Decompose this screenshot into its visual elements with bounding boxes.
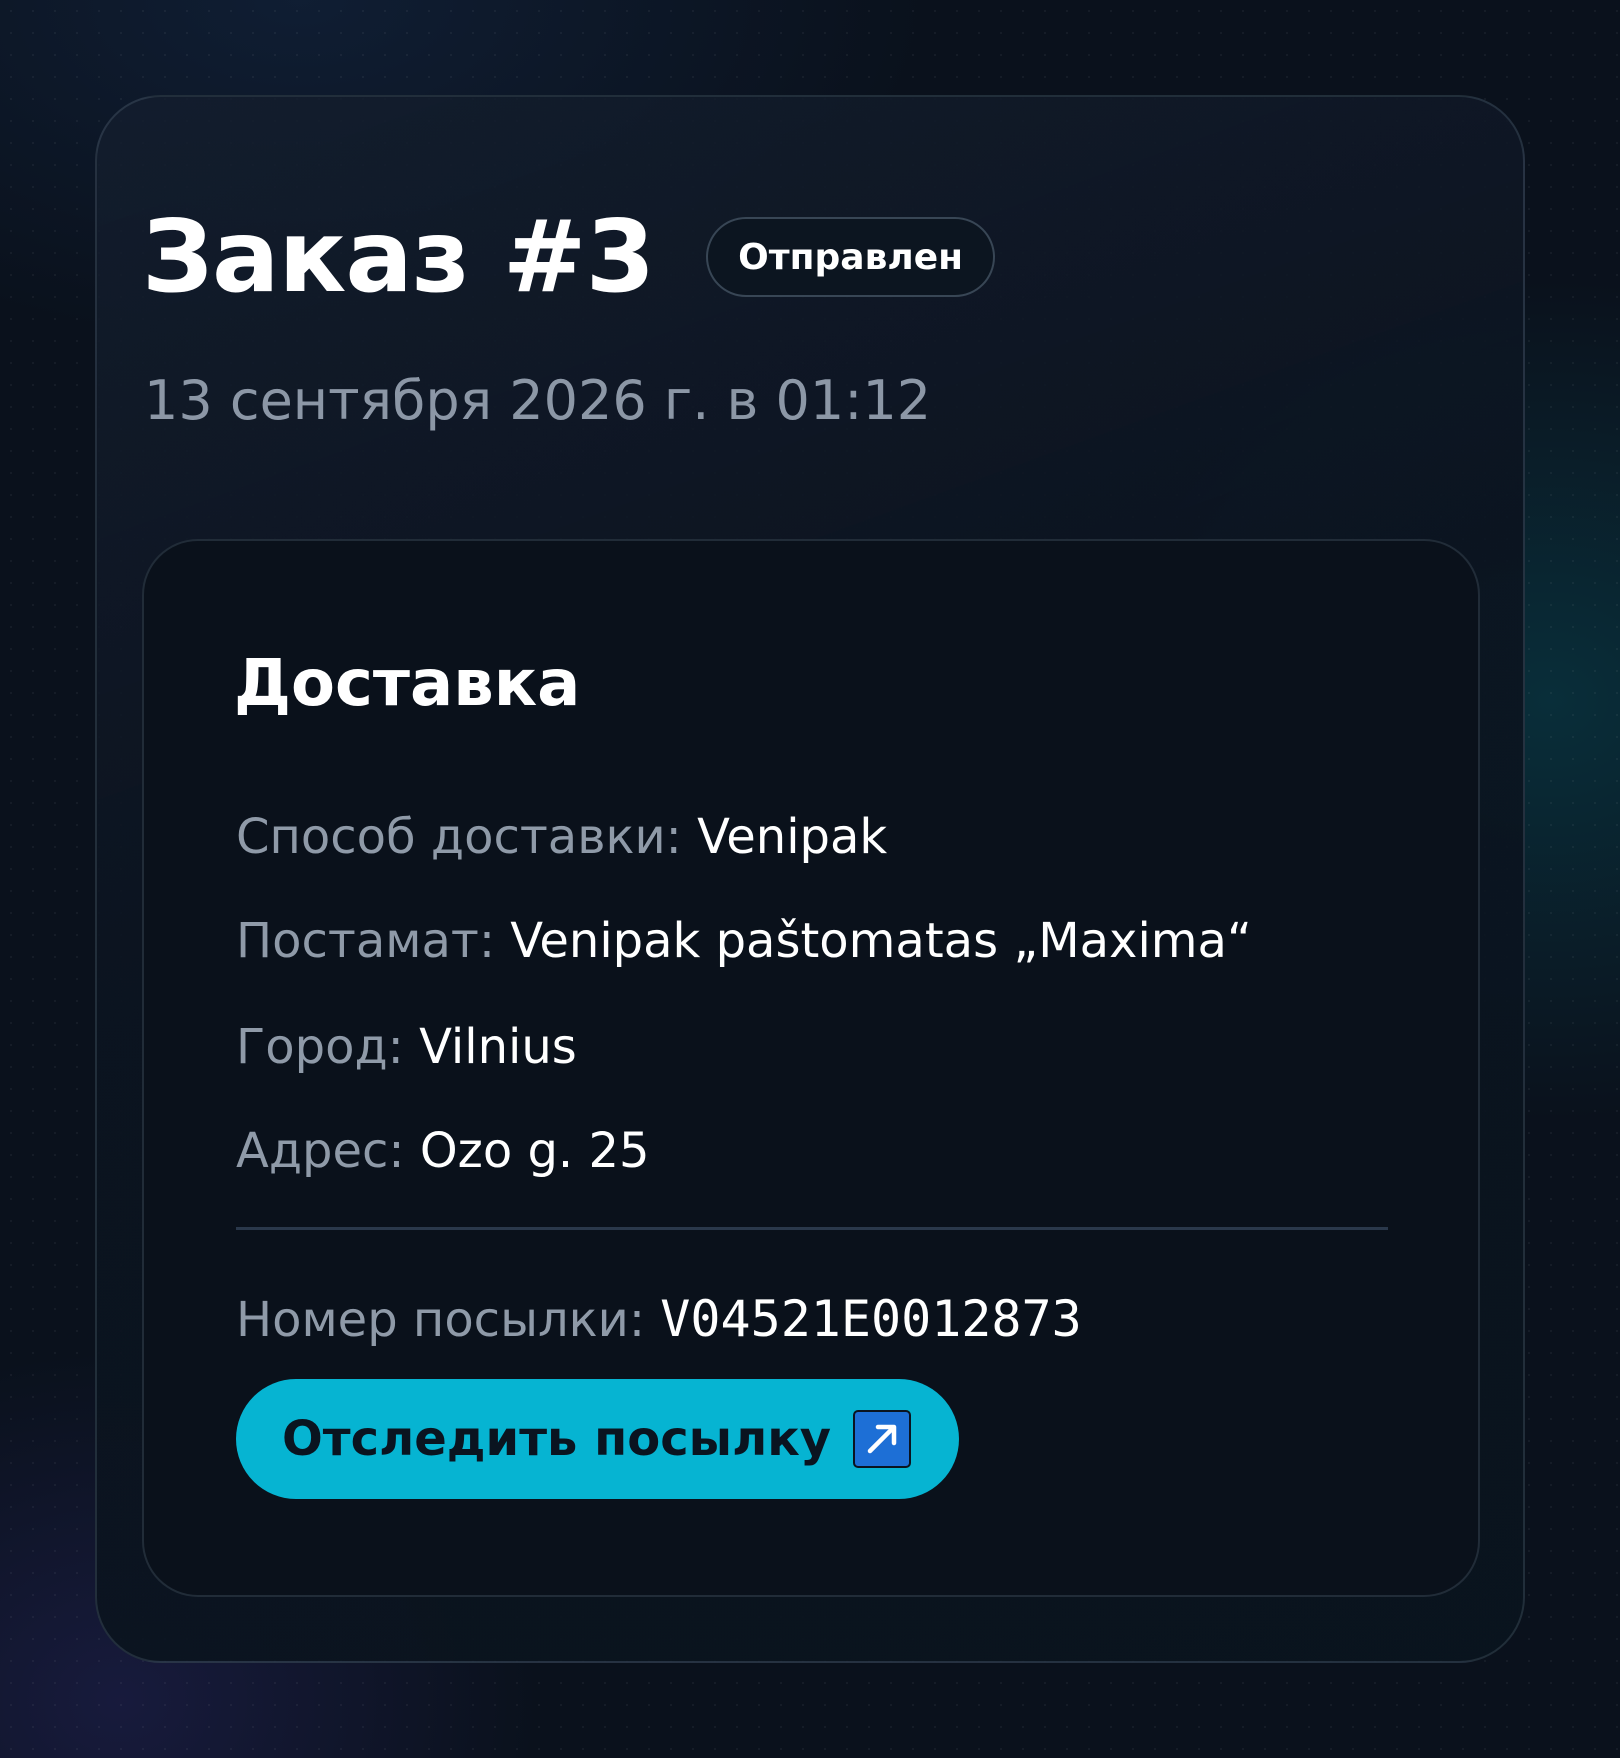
city-label: Город: — [236, 1019, 404, 1075]
section-divider — [236, 1227, 1388, 1230]
order-date: 13 сентября 2026 г. в 01:12 — [144, 369, 932, 432]
address-value: Ozo g. 25 — [419, 1123, 650, 1179]
order-header: Заказ #3 Отправлен — [142, 198, 996, 315]
delivery-method-value: Venipak — [697, 809, 888, 865]
parcel-number-value: V04521E0012873 — [660, 1290, 1082, 1348]
status-badge: Отправлен — [706, 217, 996, 297]
delivery-section-title: Доставка — [234, 647, 581, 721]
parcel-number-row: Номер посылки: V04521E0012873 — [236, 1289, 1082, 1350]
order-title: Заказ #3 — [142, 198, 655, 315]
city-row: Город: Vilnius — [236, 1019, 577, 1077]
delivery-method-row: Способ доставки: Venipak — [236, 809, 887, 867]
city-value: Vilnius — [419, 1019, 577, 1075]
track-parcel-label: Отследить посылку — [282, 1411, 832, 1467]
parcel-number-label: Номер посылки: — [236, 1292, 646, 1348]
delivery-card: Доставка Способ доставки: Venipak Постам… — [142, 539, 1480, 1597]
parcel-locker-label: Постамат: — [236, 913, 495, 969]
parcel-locker-value: Venipak paštomatas „Maxima“ — [510, 913, 1252, 969]
parcel-locker-row: Постамат: Venipak paštomatas „Maxima“ — [236, 913, 1252, 971]
delivery-method-label: Способ доставки: — [236, 809, 682, 865]
address-label: Адрес: — [236, 1123, 405, 1179]
external-link-icon — [853, 1410, 912, 1468]
address-row: Адрес: Ozo g. 25 — [236, 1123, 650, 1181]
track-parcel-button[interactable]: Отследить посылку — [236, 1379, 960, 1499]
order-card: Заказ #3 Отправлен 13 сентября 2026 г. в… — [95, 95, 1525, 1663]
